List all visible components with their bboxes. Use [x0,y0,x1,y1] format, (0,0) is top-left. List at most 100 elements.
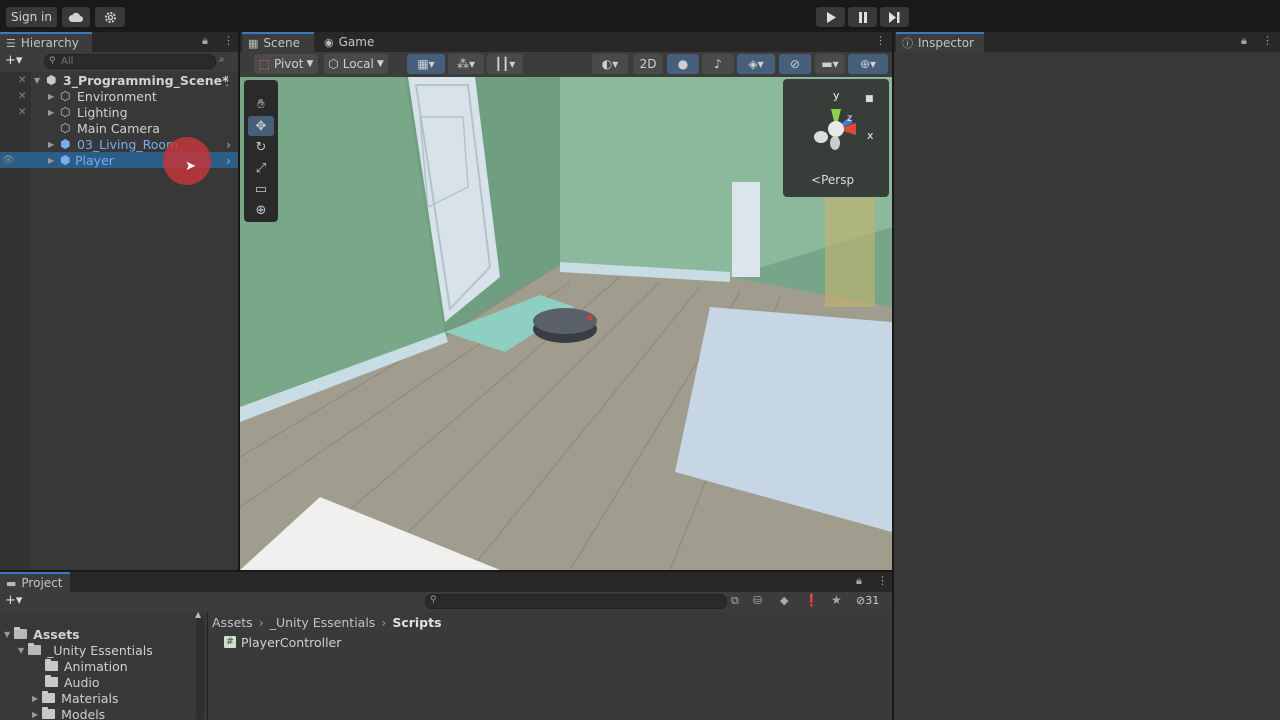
asset-item-player-controller[interactable]: # PlayerController [224,634,341,650]
rotate-tool-icon[interactable]: ↻ [248,137,274,157]
camera-dropdown[interactable]: ▬▾ [815,54,845,74]
breadcrumb-unity-essentials[interactable]: _Unity Essentials [270,615,376,630]
hidden-packages-toggle[interactable]: ⊘31 [856,594,879,607]
tab-project[interactable]: ▬ Project [0,572,70,592]
tree-item-materials[interactable]: ▶ Materials [32,690,118,706]
add-dropdown-button[interactable]: +▾ [5,53,22,68]
lock-icon[interactable]: 🔒︎ [856,574,862,588]
lighting-toggle-button[interactable]: ● [667,54,699,74]
search-by-type-icon[interactable]: ⧉ [731,594,739,608]
tab-game[interactable]: ◉ Game [318,32,388,52]
more-menu-icon[interactable]: ⋮ [877,574,888,587]
hidden-objects-toggle[interactable]: ⊘ [779,54,811,74]
scene-root-row[interactable]: ✕ ▼ ⬢ 3_Programming_Scene* ⋮ [0,72,238,88]
cloud-icon[interactable] [62,7,90,27]
play-button[interactable] [816,7,845,27]
expand-arrow-icon[interactable]: ▶ [48,92,54,101]
persp-label[interactable]: <Persp [811,173,854,187]
visibility-hidden-icon[interactable]: ✕ [18,107,26,118]
project-search-input[interactable]: ⚲ [425,594,727,609]
tree-item-models[interactable]: ▶ Models [32,706,105,720]
tab-scene[interactable]: ▦ Scene [242,32,314,52]
more-menu-icon[interactable]: ⋮ [223,34,234,47]
scene-menu-icon[interactable]: ⋮ [221,73,234,88]
collapse-arrow-icon[interactable]: ▼ [18,646,24,655]
tree-item-assets[interactable]: ▼ Assets [4,626,80,642]
scene-toolbar: ⬚ Pivot ▼ ⬡ Local ▼ ▦▾ ⁂▾ ┃┃▾ ◐▾ 2D ● ♪ … [240,52,892,76]
collapse-arrow-icon[interactable]: ▼ [4,630,10,639]
tab-hierarchy[interactable]: ☰ Hierarchy [0,32,92,52]
gizmos-dropdown[interactable]: ⊕▾ [848,54,888,74]
move-tool-icon[interactable]: ✥ [248,116,274,136]
hierarchy-item-environment[interactable]: ✕ ▶ ⬡ Environment [0,88,238,104]
tree-scrollbar[interactable]: ▲ [195,610,204,720]
tree-item-unity-essentials[interactable]: ▼ _Unity Essentials [18,642,153,658]
eye-icon[interactable]: 👁︎ [2,155,15,166]
warning-icon[interactable]: ❗ [804,593,819,607]
2d-toggle-button[interactable]: 2D [633,54,663,74]
filter-icon[interactable]: ⌕ [219,54,225,65]
list-icon: ☰ [6,36,16,50]
expand-arrow-icon[interactable]: ▶ [32,694,38,703]
breadcrumb-assets[interactable]: Assets [212,615,253,630]
collapse-arrow-icon[interactable]: ▼ [34,76,40,85]
transform-tool-icon[interactable]: ⊕ [248,200,274,220]
axis-gizmo-icon: y x z ■ [814,89,874,150]
orientation-gizmo[interactable]: y x z ■ <Persp [783,79,889,197]
tab-inspector[interactable]: ⓘ Inspector [896,32,984,52]
grid-snap-button[interactable]: ▦▾ [407,54,445,74]
tree-item-label: Audio [64,674,100,690]
eye-slash-icon: ⊘ [789,57,801,71]
expand-arrow-icon[interactable]: ▶ [48,140,54,149]
folder-icon [42,691,56,703]
more-menu-icon[interactable]: ⋮ [875,34,886,47]
lock-icon[interactable]: 🔒︎ [1241,34,1247,48]
tools-overlay: ✋︎ ✥ ↻ ⤢ ▭ ⊕ [244,80,278,222]
snap-increment-button[interactable]: ⁂▾ [448,54,484,74]
rect-tool-icon[interactable]: ▭ [248,179,274,199]
add-dropdown-button[interactable]: +▾ [5,593,22,608]
sign-in-button[interactable]: Sign in [6,7,57,27]
tree-item-label: Models [61,706,106,720]
breadcrumb-scripts[interactable]: Scripts [392,615,441,630]
open-prefab-arrow-icon[interactable]: › [226,137,231,152]
main-toolbar: Sign in [0,0,1280,32]
star-icon[interactable]: ★ [831,593,842,607]
scale-tool-icon[interactable]: ⤢ [248,158,274,178]
label-tag-icon[interactable]: ◆ [780,594,788,607]
expand-arrow-icon[interactable]: ▶ [48,108,54,117]
gameobject-cube-icon: ⬡ [60,105,71,119]
search-icon: ⚲ [49,56,56,66]
lock-icon[interactable]: 🔒︎ [202,34,208,48]
filter-type-icon[interactable]: ⛁ [753,594,762,607]
grid-icon: ▦ [248,36,259,50]
hierarchy-search-input[interactable]: ⚲ All [44,54,216,69]
scroll-up-arrow-icon[interactable]: ▲ [195,610,201,619]
step-button[interactable] [880,7,909,27]
hierarchy-item-main-camera[interactable]: ⬡ Main Camera [0,120,238,136]
more-menu-icon[interactable]: ⋮ [1262,34,1273,47]
gear-icon[interactable] [95,7,125,27]
tree-item-audio[interactable]: Audio [45,674,100,690]
expand-arrow-icon[interactable]: ▶ [32,710,38,719]
search-placeholder: All [61,56,74,67]
audio-toggle-button[interactable]: ♪ [702,54,734,74]
open-prefab-arrow-icon[interactable]: › [226,153,231,168]
pivot-dropdown[interactable]: ⬚ Pivot ▼ [254,54,318,74]
expand-arrow-icon[interactable]: ▶ [48,156,54,165]
hand-tool-icon[interactable]: ✋︎ [248,94,274,114]
shading-mode-button[interactable]: ◐▾ [592,54,628,74]
gizmo-x-label: x [867,129,874,142]
pivot-icon: ⬚ [258,57,270,71]
hierarchy-item-label: Environment [77,88,157,104]
ruler-button[interactable]: ┃┃▾ [487,54,523,74]
hierarchy-item-lighting[interactable]: ✕ ▶ ⬡ Lighting [0,104,238,120]
effects-dropdown[interactable]: ◈▾ [737,54,775,74]
gizmo-y-label: y [833,89,840,102]
pause-button[interactable] [848,7,877,27]
visibility-hidden-icon[interactable]: ✕ [18,75,26,86]
tree-item-animation[interactable]: Animation [45,658,128,674]
visibility-hidden-icon[interactable]: ✕ [18,91,26,102]
scene-viewport[interactable]: ✋︎ ✥ ↻ ⤢ ▭ ⊕ y x z ■ <Persp [240,77,892,570]
local-dropdown[interactable]: ⬡ Local ▼ [324,54,388,74]
